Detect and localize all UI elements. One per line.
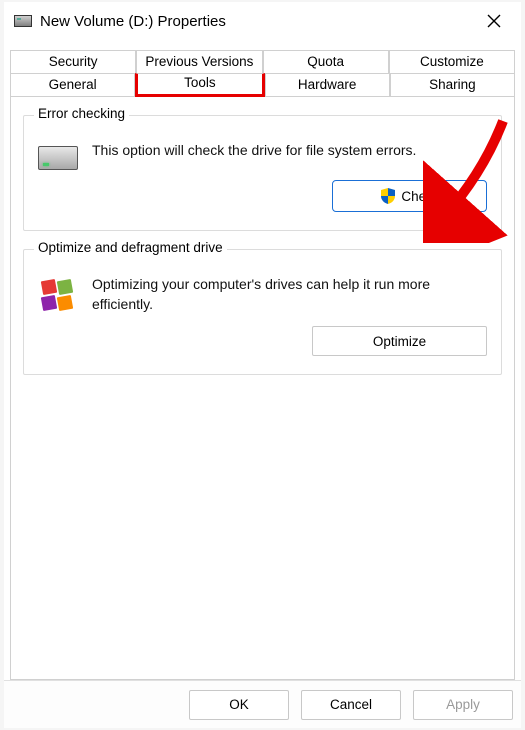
tab-label: General: [49, 77, 97, 92]
tab-label: Previous Versions: [145, 54, 253, 69]
tab-previous-versions[interactable]: Previous Versions: [136, 50, 262, 73]
tab-body-tools: Error checking This option will check th…: [10, 97, 515, 680]
properties-dialog: New Volume (D:) Properties Security Prev…: [4, 2, 521, 728]
optimize-button-label: Optimize: [373, 334, 426, 349]
ok-button[interactable]: OK: [189, 690, 289, 720]
tab-label: Tools: [184, 75, 216, 90]
dialog-footer: OK Cancel Apply: [4, 680, 521, 728]
tabsheet: Security Previous Versions Quota Customi…: [10, 50, 515, 680]
check-button[interactable]: Check: [332, 180, 487, 212]
error-checking-description: This option will check the drive for fil…: [92, 140, 487, 160]
error-checking-group: Error checking This option will check th…: [23, 115, 502, 231]
apply-button-label: Apply: [446, 697, 480, 712]
tab-quota[interactable]: Quota: [263, 50, 389, 73]
tab-row-back: Security Previous Versions Quota Customi…: [10, 50, 515, 73]
tab-label: Sharing: [429, 77, 476, 92]
uac-shield-icon: [379, 187, 397, 205]
optimize-legend: Optimize and defragment drive: [34, 240, 227, 255]
optimize-button[interactable]: Optimize: [312, 326, 487, 356]
tab-hardware[interactable]: Hardware: [265, 73, 390, 97]
titlebar: New Volume (D:) Properties: [4, 2, 521, 40]
optimize-group: Optimize and defragment drive Optimizing…: [23, 249, 502, 375]
drive-icon-small: [14, 15, 32, 27]
tab-security[interactable]: Security: [10, 50, 136, 73]
optimize-description: Optimizing your computer's drives can he…: [92, 274, 487, 315]
ok-button-label: OK: [229, 697, 249, 712]
tab-row-front: General Tools Hardware Sharing: [10, 73, 515, 97]
tab-label: Security: [49, 54, 98, 69]
cancel-button[interactable]: Cancel: [301, 690, 401, 720]
window-title: New Volume (D:) Properties: [40, 13, 473, 30]
close-icon: [487, 14, 501, 28]
tab-general[interactable]: General: [10, 73, 135, 97]
check-button-label: Check: [401, 189, 439, 204]
tab-label: Customize: [420, 54, 484, 69]
cancel-button-label: Cancel: [330, 697, 372, 712]
error-checking-legend: Error checking: [34, 106, 129, 121]
tab-label: Quota: [307, 54, 344, 69]
tab-sharing[interactable]: Sharing: [390, 73, 515, 97]
close-button[interactable]: [473, 5, 515, 37]
tab-customize[interactable]: Customize: [389, 50, 515, 73]
defrag-icon: [38, 276, 78, 316]
apply-button[interactable]: Apply: [413, 690, 513, 720]
tab-tools[interactable]: Tools: [135, 73, 264, 97]
tab-label: Hardware: [298, 77, 357, 92]
drive-icon: [38, 146, 78, 170]
